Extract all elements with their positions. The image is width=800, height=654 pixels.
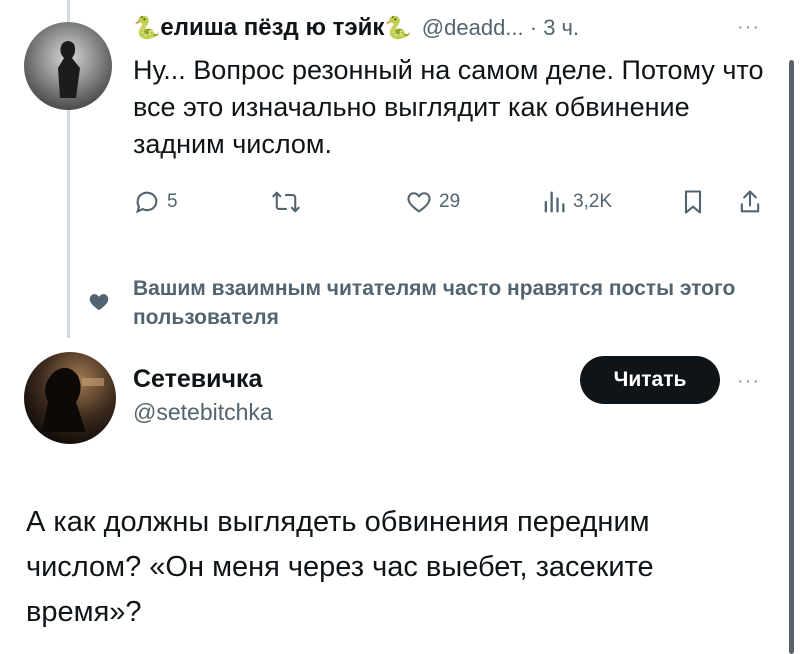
like-button[interactable]: 29 (405, 188, 460, 216)
share-button[interactable] (737, 188, 763, 216)
like-count: 29 (439, 191, 461, 212)
reply-count: 5 (167, 191, 178, 212)
avatar[interactable] (24, 352, 116, 444)
reply-button[interactable]: 5 (133, 188, 178, 216)
comment-icon (136, 191, 158, 214)
share-icon (740, 190, 760, 213)
heart-outline-icon (407, 192, 431, 213)
heart-icon (88, 291, 110, 316)
author-handle-and-time[interactable]: @deadd... · 3 ч. (422, 15, 579, 41)
post-text: А как должны выглядеть обвинения передни… (26, 506, 654, 628)
views-count: 3,2K (573, 191, 613, 212)
reply-text: Ну... Вопрос резонный на самом деле. Пот… (133, 55, 764, 159)
snake-emoji-icon: 🐍 (384, 15, 412, 40)
bookmark-button[interactable] (680, 188, 706, 216)
follow-button[interactable]: Читать (580, 356, 720, 404)
views-chart-icon (544, 191, 565, 213)
thread-line (67, 110, 70, 338)
thread-line-top (67, 0, 70, 22)
reply-header: 🐍 елиша пёзд ю тэйк 🐍 @deadd... · 3 ч. (133, 12, 579, 44)
action-bar: 5 29 3,2K (133, 188, 773, 224)
scrollbar[interactable] (789, 60, 794, 654)
suggestion-text: Вашим взаимным читателям часто нравятся … (133, 277, 736, 329)
snake-emoji-icon: 🐍 (133, 15, 161, 40)
repost-button[interactable] (271, 188, 301, 216)
author-name[interactable]: елиша пёзд ю тэйк (160, 14, 384, 42)
user-name[interactable]: Сетевичка (133, 365, 262, 394)
more-options-button[interactable]: ··· (737, 370, 760, 393)
avatar[interactable] (24, 22, 112, 110)
bookmark-icon (684, 190, 702, 214)
repost-icon (272, 191, 300, 213)
user-handle[interactable]: @setebitchka (133, 399, 273, 426)
views-button[interactable]: 3,2K (541, 188, 612, 216)
more-options-button[interactable]: ··· (737, 16, 760, 39)
